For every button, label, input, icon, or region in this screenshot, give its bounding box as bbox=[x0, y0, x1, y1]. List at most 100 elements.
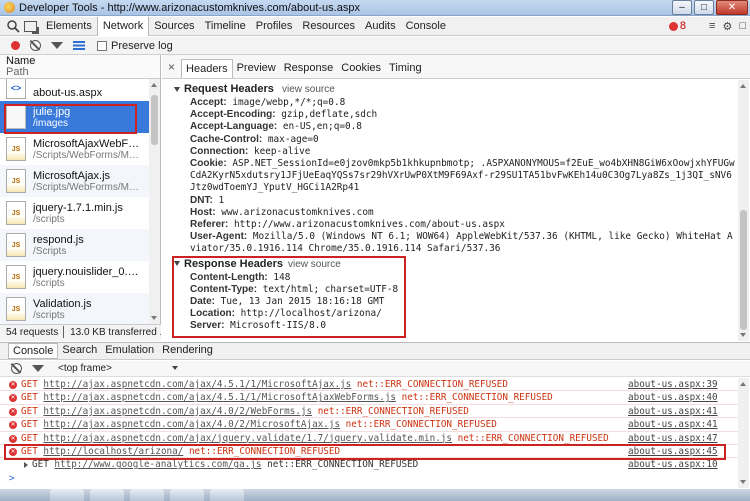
request-name: jquery.nouislider_0.8.2.le... bbox=[33, 265, 143, 278]
request-row[interactable]: <> about-us.aspx bbox=[0, 79, 149, 101]
error-icon: ✕ bbox=[9, 381, 17, 389]
detail-tab-headers[interactable]: Headers bbox=[181, 59, 233, 78]
console-url-link[interactable]: http://ajax.aspnetcdn.com/ajax/4.5.1/1/M… bbox=[43, 392, 396, 403]
source-location-link[interactable]: about-us.aspx:10 bbox=[628, 458, 718, 471]
scroll-thumb[interactable] bbox=[151, 95, 158, 145]
header-key: DNT: bbox=[190, 194, 213, 206]
requests-column-header[interactable]: Name Path bbox=[0, 55, 160, 79]
request-name: julie.jpg bbox=[33, 105, 71, 118]
source-location-link[interactable]: about-us.aspx:45 bbox=[628, 445, 718, 458]
source-location-link[interactable]: about-us.aspx:41 bbox=[628, 418, 718, 431]
request-row[interactable]: JS MicrosoftAjax.js/Scripts/WebForms/MsAj… bbox=[0, 165, 149, 197]
drawer-tab-bar: Console Search Emulation Rendering bbox=[0, 342, 750, 360]
drawer-tab-emulation[interactable]: Emulation bbox=[101, 343, 158, 359]
console-url-link[interactable]: http://ajax.aspnetcdn.com/ajax/4.0/2/Web… bbox=[43, 406, 312, 417]
scroll-up-icon[interactable] bbox=[740, 382, 746, 386]
taskbar-item[interactable] bbox=[130, 489, 164, 501]
tab-sources[interactable]: Sources bbox=[149, 17, 199, 36]
console-message-text: GET http://localhost/arizona/ net::ERR_C… bbox=[21, 446, 340, 457]
headers-view: Request Headers view source Accept: imag… bbox=[162, 80, 737, 341]
clear-icon[interactable] bbox=[30, 40, 41, 51]
request-path: /images bbox=[33, 117, 69, 129]
request-method: GET bbox=[21, 379, 38, 390]
header-key: User-Agent: bbox=[190, 231, 248, 243]
drawer-tab-rendering[interactable]: Rendering bbox=[158, 343, 217, 359]
details-scrollbar[interactable] bbox=[738, 80, 749, 341]
request-row[interactable]: JS Validation.js/scripts bbox=[0, 293, 149, 324]
devtools-right-icons: ≡ ⚙ □ bbox=[709, 20, 746, 33]
console-scrollbar[interactable] bbox=[738, 378, 749, 488]
dock-icon[interactable]: □ bbox=[739, 20, 746, 33]
taskbar-item[interactable] bbox=[170, 489, 204, 501]
scroll-up-icon[interactable] bbox=[151, 83, 157, 87]
request-row[interactable]: JS respond.js/Scripts bbox=[0, 229, 149, 261]
detail-tab-preview[interactable]: Preview bbox=[233, 59, 280, 78]
detail-tabs: Headers Preview Response Cookies Timing bbox=[181, 59, 426, 78]
taskbar-item[interactable] bbox=[50, 489, 84, 501]
maximize-button[interactable]: □ bbox=[694, 0, 714, 15]
close-details-icon[interactable]: × bbox=[168, 60, 175, 74]
request-row[interactable]: julie.jpg/images bbox=[0, 101, 149, 133]
console-filter-icon[interactable] bbox=[32, 365, 44, 372]
preserve-log-checkbox[interactable] bbox=[97, 40, 107, 51]
drawer-tab-search[interactable]: Search bbox=[58, 343, 101, 359]
search-icon[interactable] bbox=[6, 19, 20, 33]
source-location-link[interactable]: about-us.aspx:47 bbox=[628, 432, 718, 445]
tab-profiles[interactable]: Profiles bbox=[251, 17, 298, 36]
response-headers-section[interactable]: Response Headers view source bbox=[174, 258, 737, 272]
requests-scrollbar[interactable] bbox=[149, 79, 160, 324]
response-view-source-link[interactable]: view source bbox=[288, 259, 341, 270]
console-drawer-icon[interactable]: ≡ bbox=[709, 20, 715, 33]
header-key: Location: bbox=[190, 308, 235, 320]
detail-tab-response[interactable]: Response bbox=[280, 59, 338, 78]
source-location-link[interactable]: about-us.aspx:40 bbox=[628, 391, 718, 404]
scroll-down-icon[interactable] bbox=[151, 316, 157, 320]
scroll-thumb[interactable] bbox=[740, 210, 747, 330]
source-location-link[interactable]: about-us.aspx:41 bbox=[628, 405, 718, 418]
preserve-log-label: Preserve log bbox=[111, 39, 173, 52]
request-row[interactable]: JS jquery.nouislider_0.8.2.le.../scripts bbox=[0, 261, 149, 293]
expand-triangle-icon[interactable] bbox=[24, 462, 28, 469]
console-url-link[interactable]: http://localhost/arizona/ bbox=[43, 446, 183, 457]
filter-icon[interactable] bbox=[51, 42, 63, 49]
tab-audits[interactable]: Audits bbox=[360, 17, 401, 36]
console-url-link[interactable]: http://www.google-analytics.com/ga.js bbox=[54, 459, 261, 470]
console-message: ✕ GET http://ajax.aspnetcdn.com/ajax/4.0/… bbox=[0, 405, 738, 419]
header-row: User-Agent: Mozilla/5.0 (Windows NT 6.1;… bbox=[174, 231, 737, 255]
clear-console-icon[interactable] bbox=[11, 363, 22, 374]
header-row: Accept-Encoding: gzip,deflate,sdch bbox=[174, 109, 737, 121]
tab-resources[interactable]: Resources bbox=[297, 17, 360, 36]
request-headers-section[interactable]: Request Headers view source bbox=[174, 83, 737, 97]
request-text: MicrosoftAjax.js/Scripts/WebForms/MsAjax bbox=[33, 170, 143, 193]
frame-selector[interactable]: <top frame> bbox=[58, 363, 178, 374]
taskbar-item[interactable] bbox=[210, 489, 244, 501]
gear-icon[interactable]: ⚙ bbox=[722, 20, 732, 33]
drawer-tab-console[interactable]: Console bbox=[8, 343, 59, 359]
console-url-link[interactable]: http://ajax.aspnetcdn.com/ajax/4.0/2/Mic… bbox=[43, 419, 340, 430]
large-rows-icon[interactable] bbox=[73, 41, 85, 50]
close-button[interactable]: ✕ bbox=[716, 0, 748, 15]
scroll-up-icon[interactable] bbox=[740, 84, 746, 88]
request-method: GET bbox=[21, 392, 38, 404]
tab-network[interactable]: Network bbox=[96, 16, 150, 36]
tab-timeline[interactable]: Timeline bbox=[200, 17, 251, 36]
scroll-down-icon[interactable] bbox=[740, 333, 746, 337]
minimize-button[interactable]: – bbox=[672, 0, 692, 15]
error-count-badge[interactable]: 8 bbox=[668, 20, 686, 32]
inspect-element-icon[interactable] bbox=[24, 20, 39, 34]
header-row: Server: Microsoft-IIS/8.0 bbox=[174, 320, 737, 332]
console-url-link[interactable]: http://ajax.aspnetcdn.com/ajax/4.5.1/1/M… bbox=[43, 379, 351, 390]
detail-tab-cookies[interactable]: Cookies bbox=[337, 59, 385, 78]
request-row[interactable]: JS MicrosoftAjaxWebForms.js/Scripts/WebFo… bbox=[0, 133, 149, 165]
scroll-down-icon[interactable] bbox=[740, 480, 746, 484]
console-url-link[interactable]: http://ajax.aspnetcdn.com/ajax/jquery.va… bbox=[43, 433, 452, 444]
detail-tab-timing[interactable]: Timing bbox=[385, 59, 426, 78]
request-view-source-link[interactable]: view source bbox=[282, 84, 335, 95]
record-icon[interactable] bbox=[11, 41, 20, 50]
source-location-link[interactable]: about-us.aspx:39 bbox=[628, 378, 718, 391]
tab-elements[interactable]: Elements bbox=[41, 17, 97, 36]
request-row[interactable]: JS jquery-1.7.1.min.js/scripts bbox=[0, 197, 149, 229]
taskbar-item[interactable] bbox=[90, 489, 124, 501]
console-prompt[interactable]: > bbox=[0, 472, 738, 485]
tab-console[interactable]: Console bbox=[401, 17, 451, 36]
